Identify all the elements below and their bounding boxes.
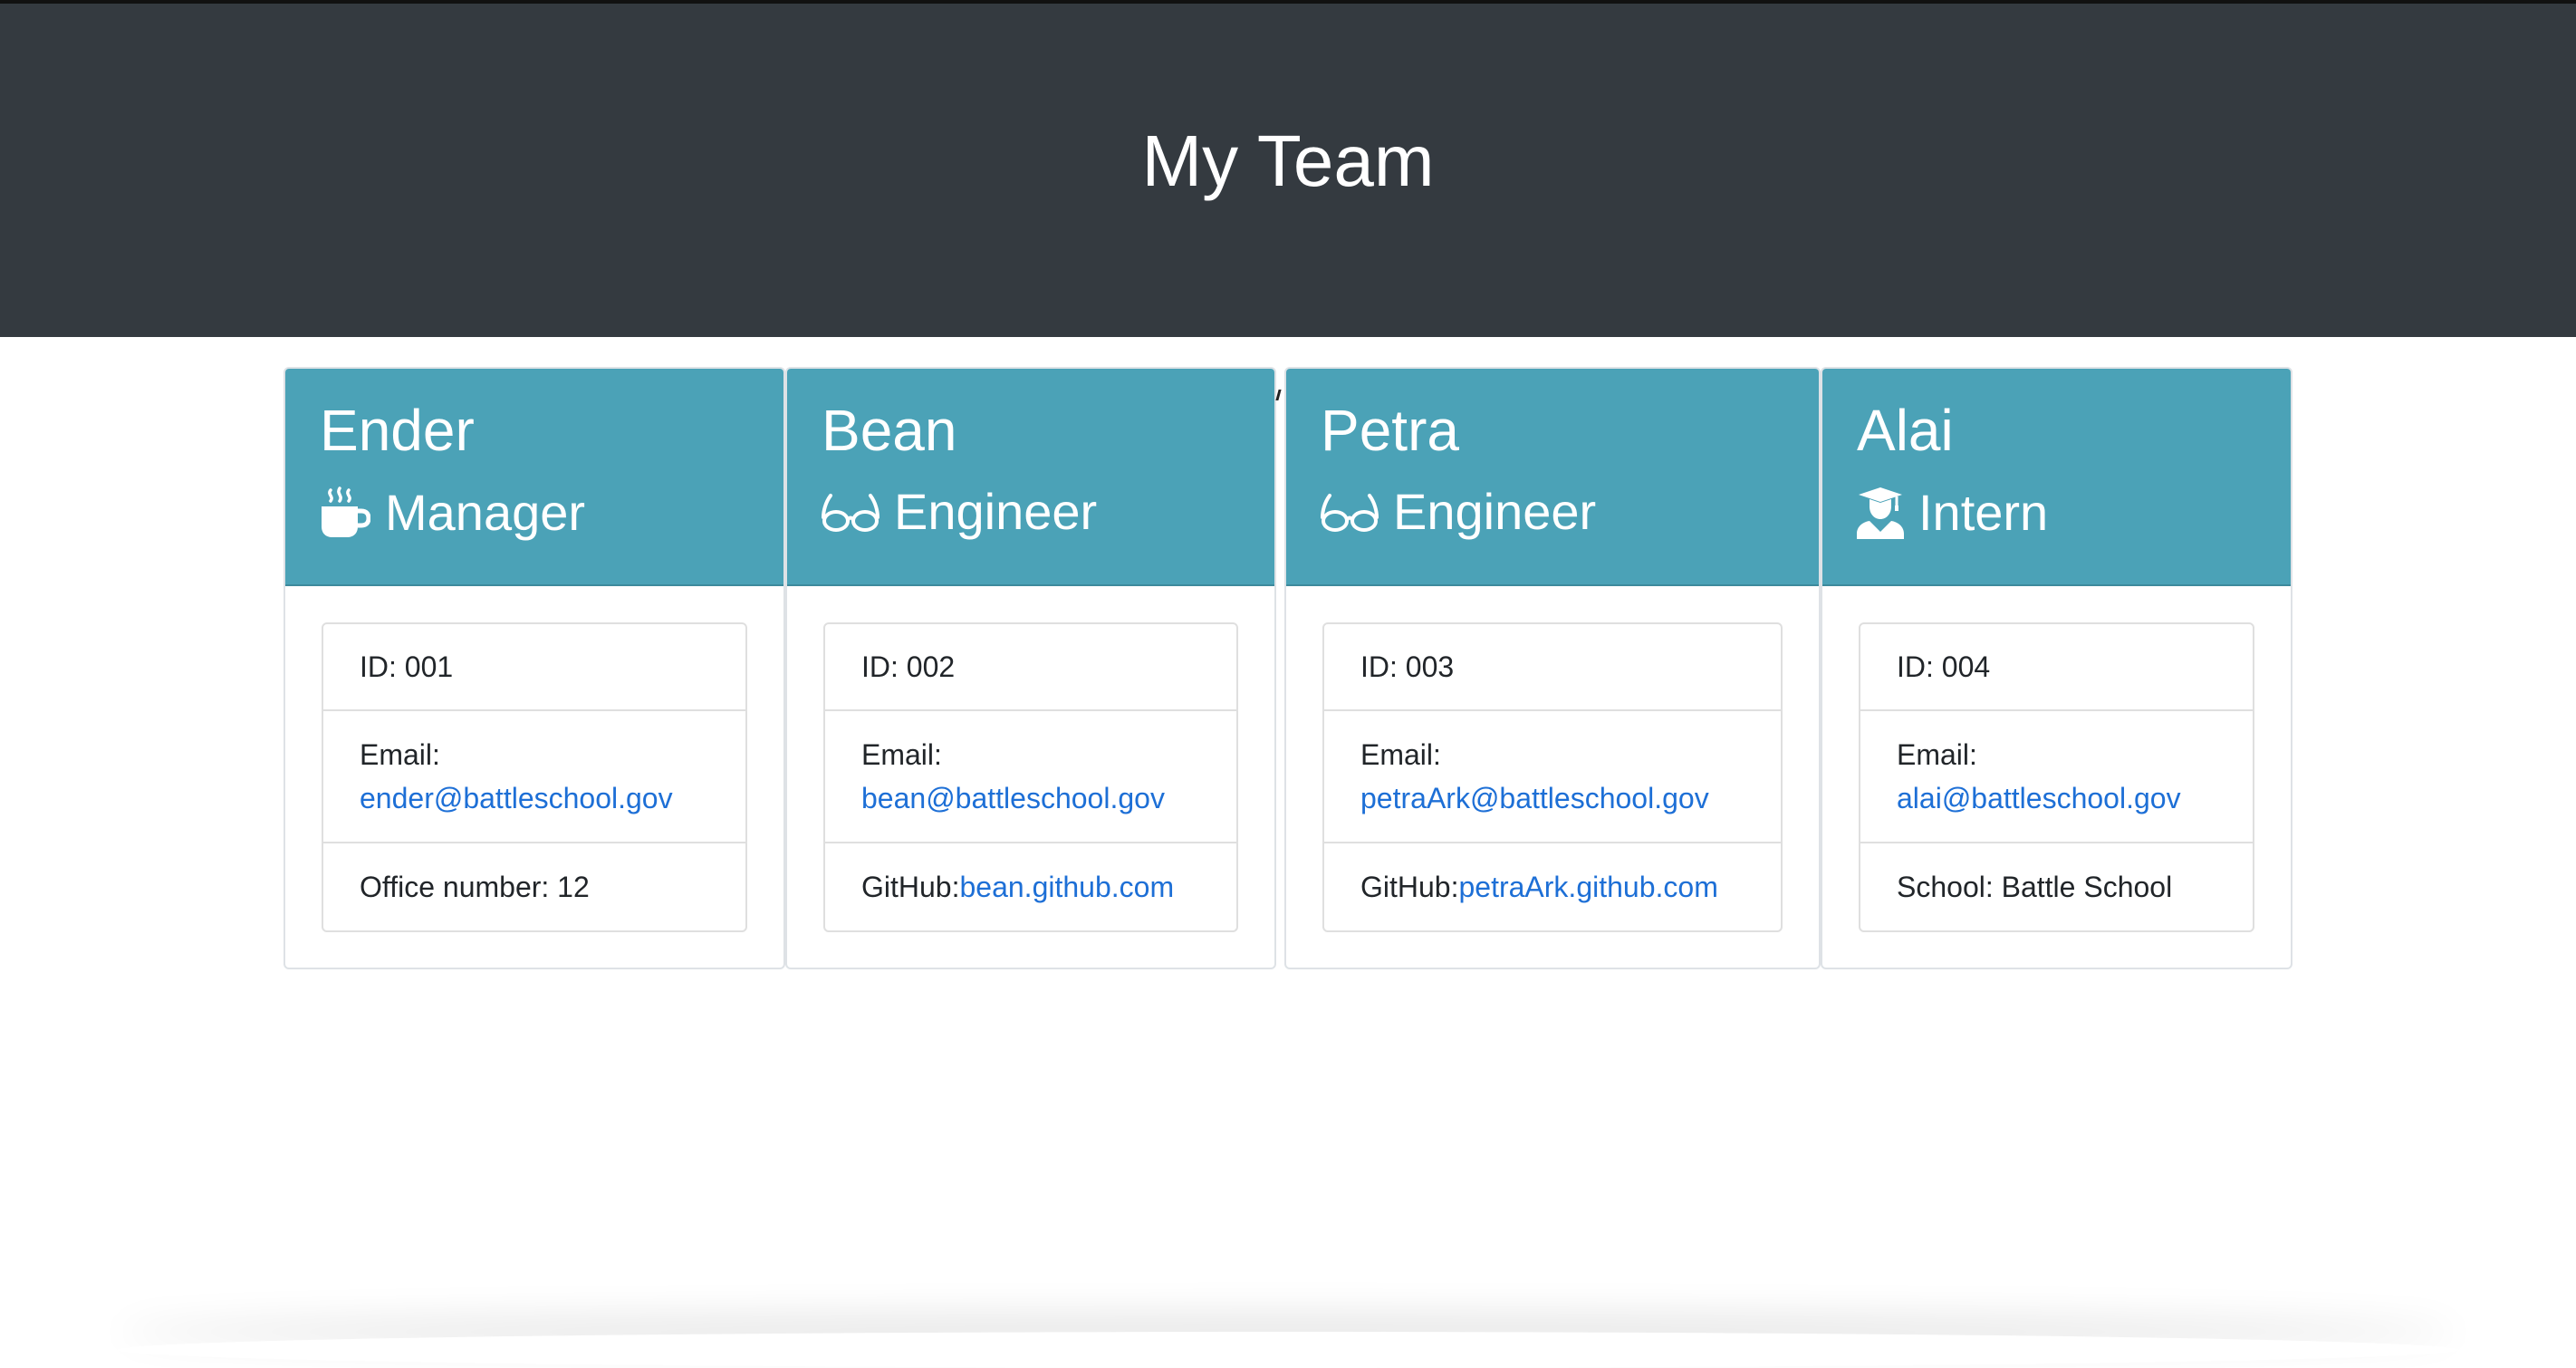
github-item: GitHub: bean.github.com: [825, 843, 1236, 930]
github-label: GitHub:: [861, 871, 960, 903]
office-item: Office number: 12: [323, 843, 745, 930]
employee-name: Alai: [1857, 398, 1954, 463]
employee-role: Manager: [320, 487, 783, 539]
role-label: Intern: [1918, 484, 2049, 541]
role-label: Manager: [385, 484, 586, 541]
id-item: ID: 002: [825, 624, 1236, 711]
office-number-label: Office number: 12: [360, 871, 590, 903]
id-item: ID: 003: [1324, 624, 1781, 711]
employee-card-bean: Bean Engineer ID: 002 Email: bean@battle…: [785, 367, 1276, 969]
employee-name: Bean: [822, 398, 957, 463]
glasses-icon: [822, 494, 879, 532]
mug-icon: [322, 487, 370, 537]
details-list: ID: 002 Email: bean@battleschool.gov Git…: [823, 622, 1238, 932]
employee-name: Ender: [320, 398, 475, 463]
school-label: School: Battle School: [1897, 871, 2173, 903]
email-label: Email:: [1897, 738, 1977, 771]
glasses-icon: [1321, 494, 1379, 532]
email-item: Email: bean@battleschool.gov: [825, 711, 1236, 843]
employee-card-alai: Alai Intern ID: 004 Email: alai@battlesc…: [1821, 367, 2292, 969]
card-header: Petra Engineer: [1286, 369, 1819, 586]
card-header: Ender Manager: [285, 369, 783, 586]
email-item: Email: petraArk@battleschool.gov: [1324, 711, 1781, 843]
details-list: ID: 001 Email: ender@battleschool.gov Of…: [322, 622, 747, 932]
github-link[interactable]: petraArk.github.com: [1458, 865, 1717, 909]
email-item: Email: ender@battleschool.gov: [323, 711, 745, 843]
email-item: Email: alai@battleschool.gov: [1860, 711, 2253, 843]
github-label: GitHub:: [1360, 871, 1459, 903]
stray-comma-mark: [1275, 390, 1282, 400]
email-label: Email:: [1360, 738, 1441, 771]
github-item: GitHub: petraArk.github.com: [1324, 843, 1781, 930]
bottom-shadow: [118, 1332, 2458, 1368]
card-header: Alai Intern: [1822, 369, 2291, 586]
graduate-icon: [1857, 487, 1904, 539]
email-link[interactable]: ender@battleschool.gov: [360, 782, 673, 814]
employee-role: Engineer: [822, 487, 1274, 537]
email-label: Email:: [861, 738, 942, 771]
page-title: My Team: [1141, 120, 1435, 201]
id-item: ID: 004: [1860, 624, 2253, 711]
employee-card-petra: Petra Engineer ID: 003 Email: petraArk@b…: [1284, 367, 1821, 969]
role-label: Engineer: [894, 483, 1098, 540]
employee-role: Intern: [1857, 487, 2291, 539]
employee-role: Engineer: [1321, 487, 1819, 537]
school-item: School: Battle School: [1860, 843, 2253, 930]
details-list: ID: 003 Email: petraArk@battleschool.gov…: [1322, 622, 1783, 932]
github-link[interactable]: bean.github.com: [959, 865, 1174, 909]
email-link[interactable]: bean@battleschool.gov: [861, 782, 1165, 814]
id-item: ID: 001: [323, 624, 745, 711]
email-link[interactable]: alai@battleschool.gov: [1897, 782, 2181, 814]
email-label: Email:: [360, 738, 440, 771]
role-label: Engineer: [1393, 483, 1597, 540]
email-link[interactable]: petraArk@battleschool.gov: [1360, 782, 1709, 814]
employee-card-ender: Ender Manager ID: 001 Email: ender@battl…: [284, 367, 785, 969]
page-header: My Team: [0, 4, 2576, 337]
employee-name: Petra: [1321, 398, 1459, 463]
card-header: Bean Engineer: [787, 369, 1274, 586]
details-list: ID: 004 Email: alai@battleschool.gov Sch…: [1859, 622, 2254, 932]
